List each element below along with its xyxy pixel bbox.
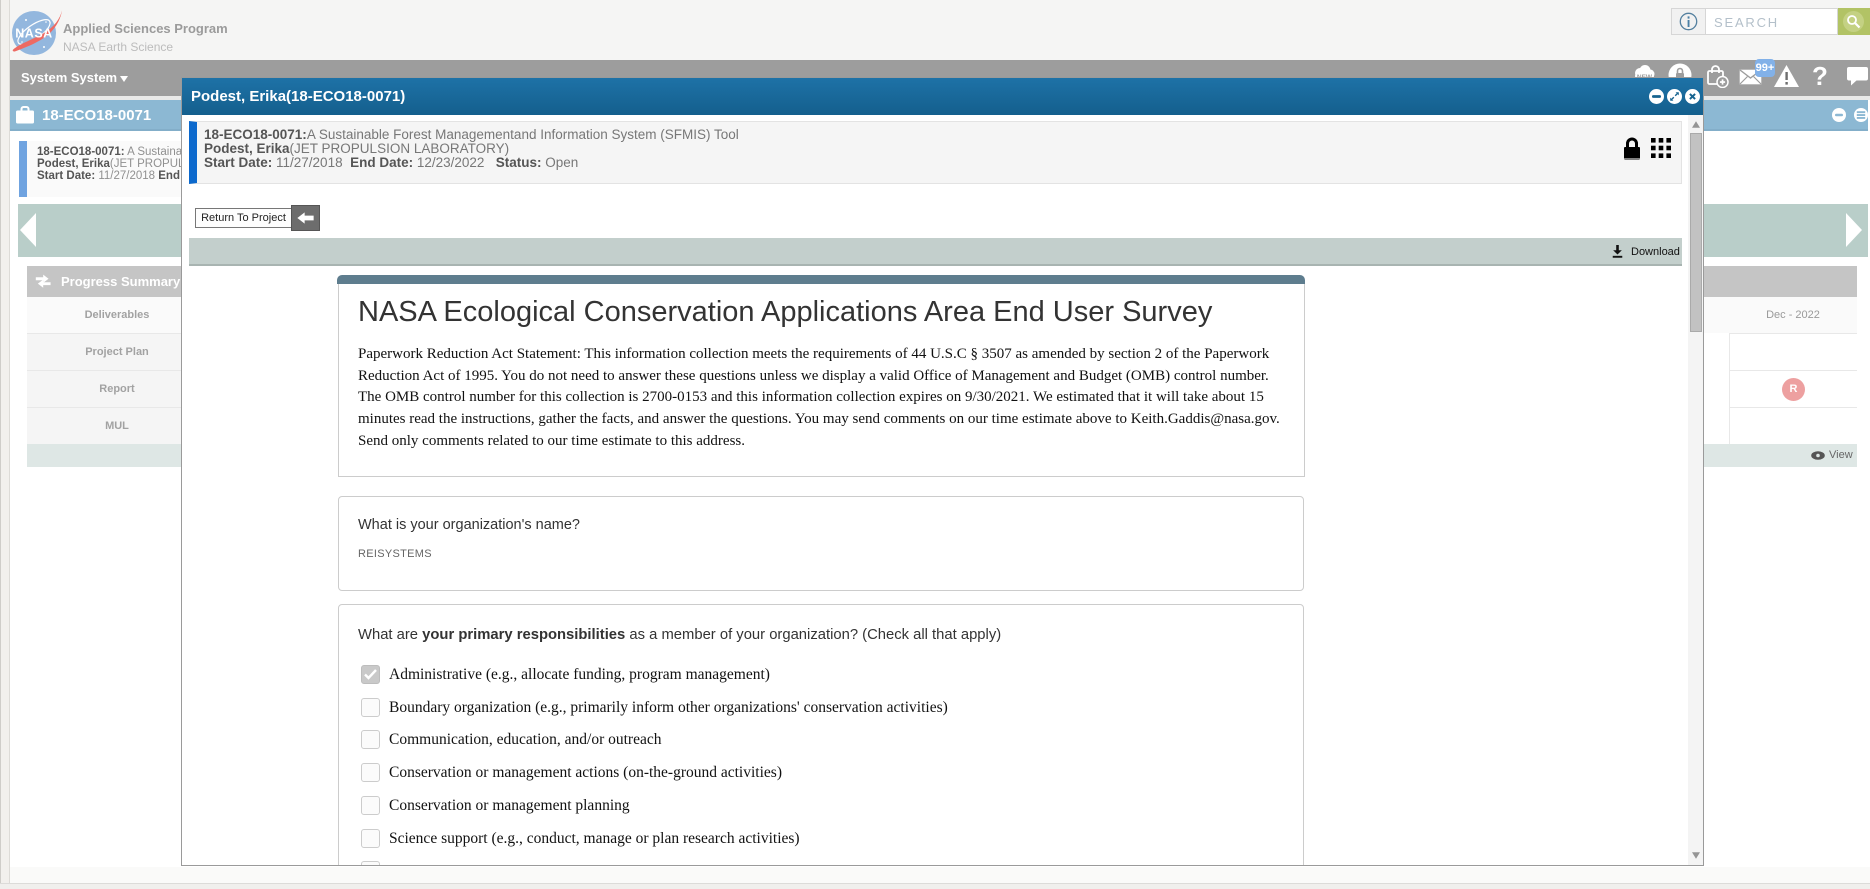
svg-text:NASA: NASA — [15, 27, 52, 41]
